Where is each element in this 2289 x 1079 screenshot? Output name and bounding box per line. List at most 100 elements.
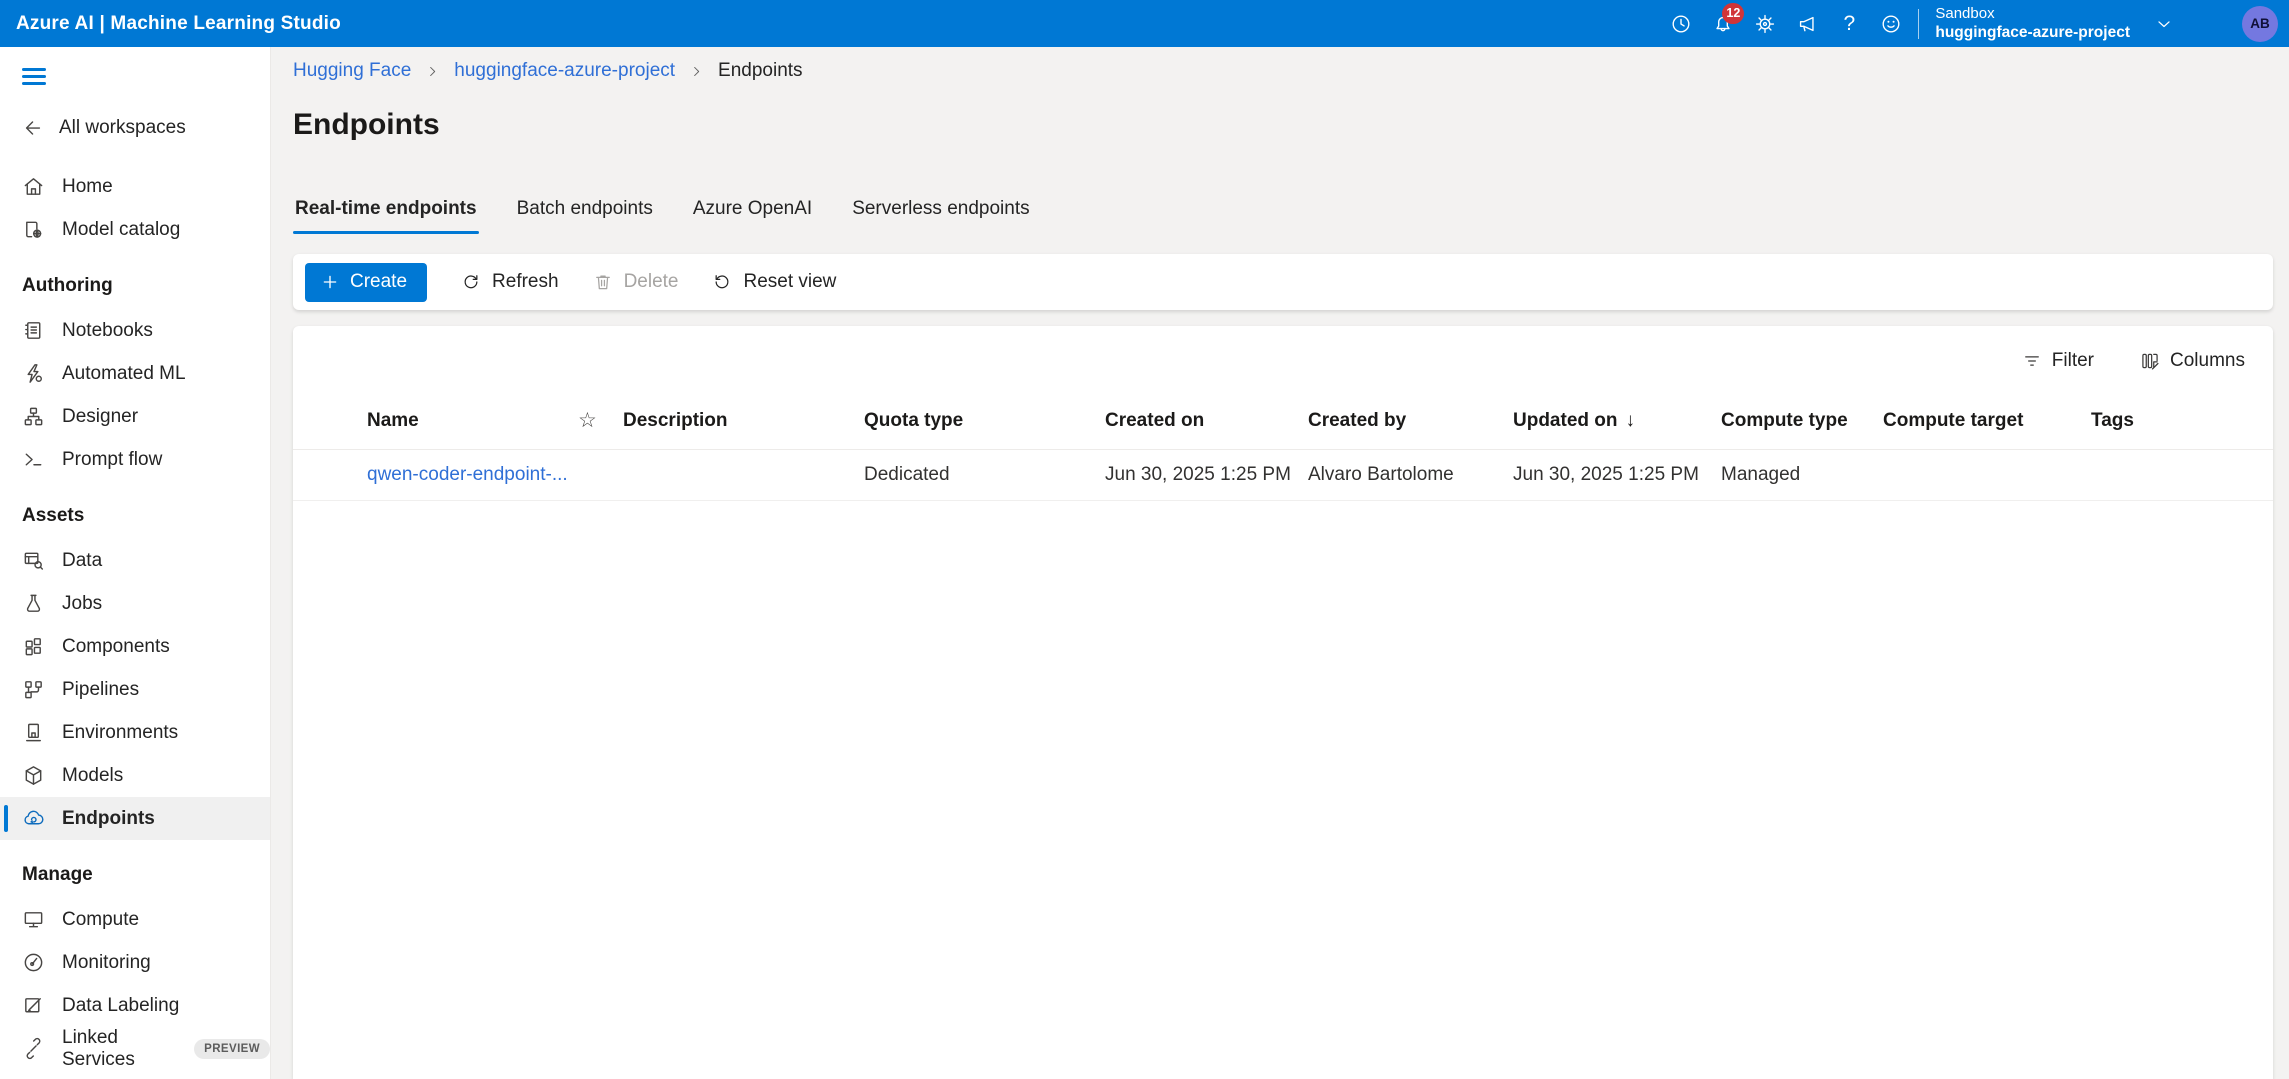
workspace-dropdown-button[interactable] — [2144, 0, 2184, 47]
header-description[interactable]: Description — [623, 398, 864, 450]
designer-icon — [22, 405, 45, 428]
sidebar-item-data[interactable]: Data — [0, 539, 270, 582]
cell-updated-on: Jun 30, 2025 1:25 PM — [1513, 450, 1721, 501]
header-updated-on[interactable]: Updated on↓ — [1513, 398, 1721, 450]
sidebar-item-models[interactable]: Models — [0, 754, 270, 797]
cell-tags — [2091, 450, 2273, 501]
reset-view-button[interactable]: Reset view — [712, 271, 836, 293]
sidebar-item-label: Jobs — [62, 593, 102, 615]
cell-created-on: Jun 30, 2025 1:25 PM — [1105, 450, 1308, 501]
sidebar-item-model-catalog[interactable]: Model catalog — [0, 208, 270, 251]
refresh-icon — [461, 272, 481, 292]
selected-indicator — [4, 805, 8, 832]
cell-description — [623, 450, 864, 501]
chevron-right-icon — [425, 64, 440, 79]
header-tags[interactable]: Tags — [2091, 398, 2273, 450]
chevron-down-icon — [2154, 14, 2174, 34]
sidebar-item-notebooks[interactable]: Notebooks — [0, 309, 270, 352]
hamburger-menu-button[interactable] — [22, 60, 46, 93]
table-row[interactable]: qwen-coder-endpoint-... Dedicated Jun 30… — [293, 450, 2273, 501]
star-icon: ☆ — [578, 409, 597, 432]
header-quota-type[interactable]: Quota type — [864, 398, 1105, 450]
monitoring-icon — [22, 951, 45, 974]
sidebar-item-designer[interactable]: Designer — [0, 395, 270, 438]
sidebar-item-label: Notebooks — [62, 320, 153, 342]
sidebar-item-prompt-flow[interactable]: Prompt flow — [0, 438, 270, 481]
delete-button[interactable]: Delete — [593, 271, 679, 293]
gear-icon — [1754, 13, 1776, 35]
sidebar-item-home[interactable]: Home — [0, 165, 270, 208]
cell-compute-type: Managed — [1721, 450, 1883, 501]
notebooks-icon — [22, 319, 45, 342]
header-compute-type[interactable]: Compute type — [1721, 398, 1883, 450]
breadcrumb-project-link[interactable]: huggingface-azure-project — [454, 60, 675, 82]
sidebar-item-monitoring[interactable]: Monitoring — [0, 941, 270, 984]
cell-quota-type: Dedicated — [864, 450, 1105, 501]
sidebar-item-label: Home — [62, 176, 113, 198]
all-workspaces-label: All workspaces — [59, 117, 186, 139]
breadcrumb-hub-link[interactable]: Hugging Face — [293, 60, 411, 82]
sidebar-section-assets: Assets — [0, 505, 270, 527]
chevron-right-icon — [689, 64, 704, 79]
reset-icon — [712, 272, 732, 292]
sidebar-item-label: Prompt flow — [62, 449, 162, 471]
sidebar-item-components[interactable]: Components — [0, 625, 270, 668]
sidebar-item-label: Components — [62, 636, 170, 658]
arrow-left-icon — [22, 117, 44, 139]
table-header-row: Name ☆ Description Quota type Created on… — [293, 398, 2273, 450]
breadcrumb-current: Endpoints — [718, 60, 803, 82]
endpoint-name-link[interactable]: qwen-coder-endpoint-... — [367, 464, 568, 485]
help-button[interactable]: ? — [1828, 0, 1870, 47]
topbar-actions: 12 ? Sandbox huggingface-azure-project A… — [1660, 0, 2289, 47]
avatar[interactable]: AB — [2242, 6, 2278, 42]
header-compute-target[interactable]: Compute target — [1883, 398, 2091, 450]
models-icon — [22, 764, 45, 787]
filter-button[interactable]: Filter — [2022, 350, 2094, 372]
compute-icon — [22, 908, 45, 931]
refresh-button[interactable]: Refresh — [461, 271, 559, 293]
sidebar-section-manage: Manage — [0, 864, 270, 886]
sidebar-item-label: Models — [62, 765, 123, 787]
sidebar-item-data-labeling[interactable]: Data Labeling — [0, 984, 270, 1027]
prompt-flow-icon — [22, 448, 45, 471]
header-name[interactable]: Name — [293, 398, 578, 450]
tab-real-time-endpoints[interactable]: Real-time endpoints — [293, 198, 479, 234]
workspace-name: huggingface-azure-project — [1935, 23, 2130, 43]
sidebar-item-label: Automated ML — [62, 363, 186, 385]
cell-favorite[interactable] — [578, 450, 623, 501]
columns-label: Columns — [2170, 350, 2245, 372]
sidebar-section-authoring: Authoring — [0, 275, 270, 297]
header-favorite[interactable]: ☆ — [578, 398, 623, 450]
sidebar-item-label: Endpoints — [62, 808, 155, 830]
toolbar: Create Refresh Delete Reset view — [293, 254, 2273, 310]
page-title: Endpoints — [293, 108, 2273, 142]
sidebar-item-automated-ml[interactable]: Automated ML — [0, 352, 270, 395]
cell-compute-target — [1883, 450, 2091, 501]
header-created-by[interactable]: Created by — [1308, 398, 1513, 450]
create-button[interactable]: Create — [305, 263, 427, 302]
linked-services-icon — [22, 1037, 45, 1060]
feedback-button[interactable] — [1870, 0, 1912, 47]
endpoints-table: Name ☆ Description Quota type Created on… — [293, 398, 2273, 501]
settings-button[interactable] — [1744, 0, 1786, 47]
delete-label: Delete — [624, 271, 679, 293]
sidebar-item-label: Data Labeling — [62, 995, 179, 1017]
workspace-switcher[interactable]: Sandbox huggingface-azure-project — [1935, 4, 2130, 44]
all-workspaces-link[interactable]: All workspaces — [22, 117, 270, 139]
tab-batch-endpoints[interactable]: Batch endpoints — [515, 198, 655, 234]
announcements-button[interactable] — [1786, 0, 1828, 47]
sidebar-item-environments[interactable]: Environments — [0, 711, 270, 754]
columns-button[interactable]: Columns — [2140, 350, 2245, 372]
tab-serverless-endpoints[interactable]: Serverless endpoints — [850, 198, 1031, 234]
notifications-button[interactable]: 12 — [1702, 0, 1744, 47]
header-created-on[interactable]: Created on — [1105, 398, 1308, 450]
sidebar-item-pipelines[interactable]: Pipelines — [0, 668, 270, 711]
tab-azure-openai[interactable]: Azure OpenAI — [691, 198, 814, 234]
components-icon — [22, 635, 45, 658]
plus-icon — [321, 273, 339, 291]
sidebar-item-jobs[interactable]: Jobs — [0, 582, 270, 625]
sidebar-item-endpoints[interactable]: Endpoints — [0, 797, 270, 840]
sidebar-item-linked-services[interactable]: Linked Services PREVIEW — [0, 1027, 270, 1070]
history-button[interactable] — [1660, 0, 1702, 47]
sidebar-item-compute[interactable]: Compute — [0, 898, 270, 941]
